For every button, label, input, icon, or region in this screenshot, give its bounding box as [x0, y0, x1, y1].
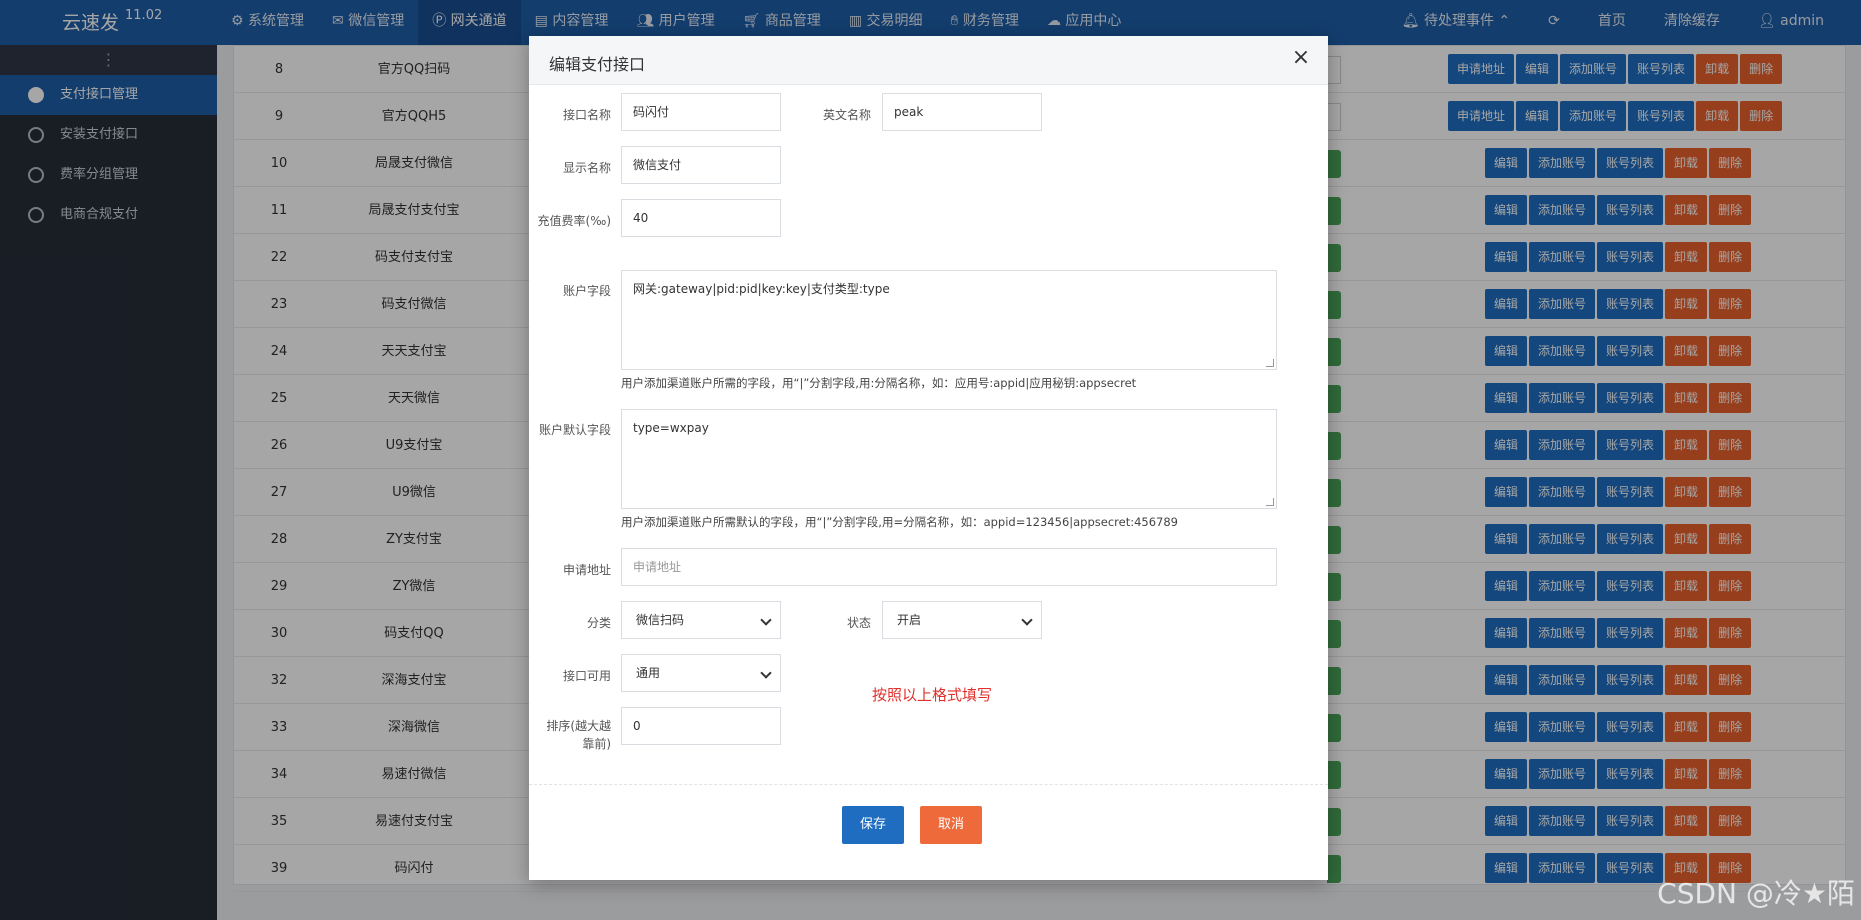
status-label: 状态 — [846, 616, 871, 630]
format-note: 按照以上格式填写 — [872, 686, 993, 704]
display-name-input[interactable]: 微信支付 — [621, 146, 781, 184]
status-select[interactable]: 开启 — [882, 601, 1042, 639]
default-fields-label: 账户默认字段 — [538, 423, 611, 437]
close-icon[interactable]: × — [1290, 47, 1312, 70]
save-button[interactable]: 保存 — [842, 806, 905, 844]
category-select[interactable]: 微信扫码 — [621, 601, 781, 639]
rate-label: 充值费率(‰) — [537, 214, 611, 228]
display-name-label: 显示名称 — [562, 161, 611, 175]
chevron-down-icon — [760, 614, 772, 626]
modal-title: 编辑支付接口 — [549, 55, 646, 74]
default-fields-textarea[interactable]: type=wxpay — [621, 409, 1277, 509]
interface-name-label: 接口名称 — [562, 108, 611, 122]
cancel-button[interactable]: 取消 — [920, 806, 983, 844]
english-name-label: 英文名称 — [822, 108, 871, 122]
resize-handle-icon[interactable] — [1266, 498, 1274, 506]
modal-header: 编辑支付接口 × — [529, 36, 1328, 85]
rate-input[interactable]: 40 — [621, 199, 781, 237]
category-select-value: 微信扫码 — [636, 613, 685, 627]
english-name-input[interactable]: peak — [882, 93, 1042, 131]
default-fields-hint: 用户添加渠道账户所需默认的字段，用“|”分割字段,用=分隔名称，如：appid=… — [621, 515, 1178, 529]
account-fields-value: 网关:gateway|pid:pid|key:key|支付类型:type — [633, 282, 890, 296]
sort-input[interactable]: 0 — [621, 707, 781, 745]
account-fields-hint: 用户添加渠道账户所需的字段，用“|”分割字段,用:分隔名称，如：应用号:appi… — [621, 376, 1137, 390]
resize-handle-icon[interactable] — [1266, 359, 1274, 367]
watermark: CSDN @冷★陌 — [1657, 877, 1855, 910]
apply-url-label: 申请地址 — [562, 563, 611, 577]
sort-label: 排序(越大越靠前) — [546, 719, 611, 751]
default-fields-value: type=wxpay — [633, 421, 709, 435]
account-fields-textarea[interactable]: 网关:gateway|pid:pid|key:key|支付类型:type — [621, 270, 1277, 370]
apply-url-input[interactable]: 申请地址 — [621, 548, 1277, 586]
status-select-value: 开启 — [897, 613, 922, 627]
account-fields-label: 账户字段 — [562, 284, 611, 298]
availability-label: 接口可用 — [562, 669, 611, 683]
availability-select[interactable]: 通用 — [621, 654, 781, 692]
availability-select-value: 通用 — [636, 666, 661, 680]
edit-payment-modal: 编辑支付接口 × 接口名称 码闪付 英文名称 peak 显示名称 微信支付 充值… — [529, 36, 1328, 880]
modal-divider — [529, 784, 1328, 785]
category-label: 分类 — [586, 616, 611, 630]
chevron-down-icon — [760, 667, 772, 679]
interface-name-input[interactable]: 码闪付 — [621, 93, 781, 131]
chevron-down-icon — [1021, 614, 1033, 626]
